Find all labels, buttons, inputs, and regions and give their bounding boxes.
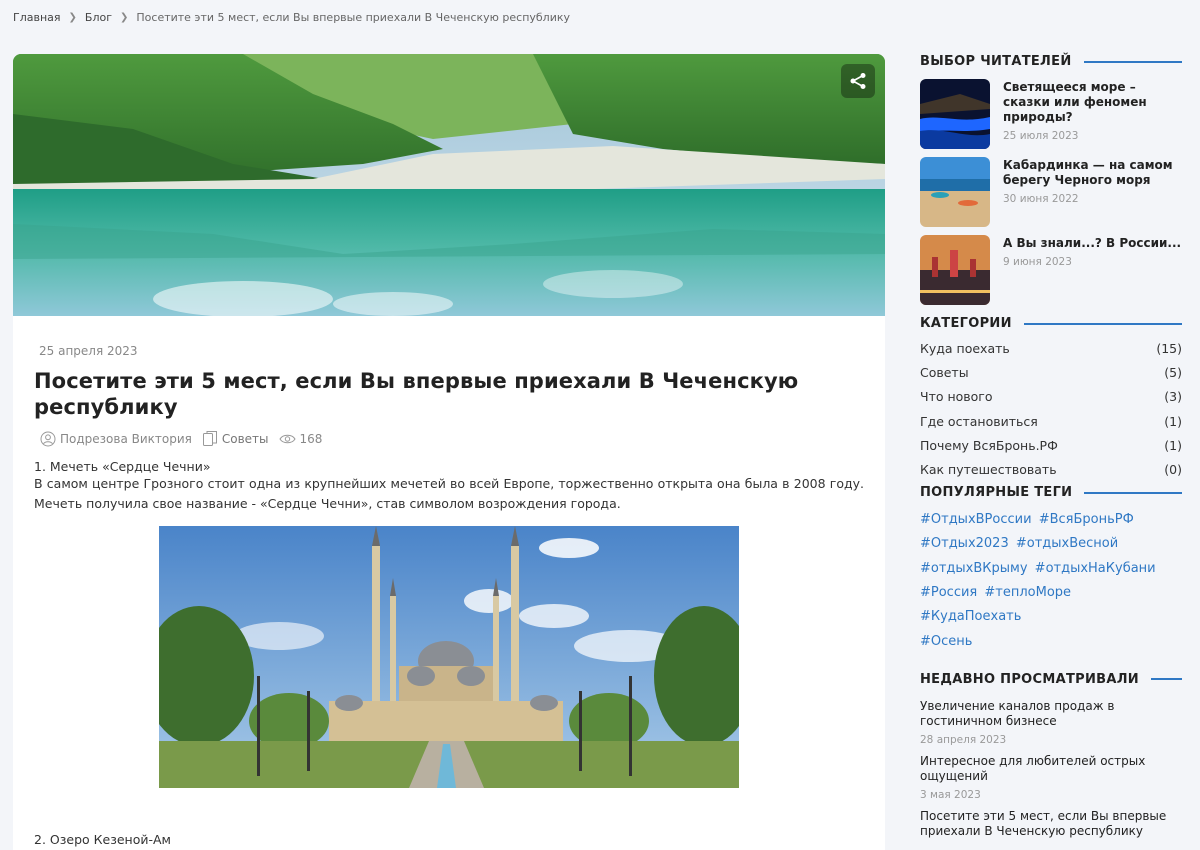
mosque-image <box>159 526 739 788</box>
category-item[interactable]: Что нового (3) <box>920 387 1182 411</box>
category-item[interactable]: Как путешествовать (0) <box>920 460 1182 484</box>
post-title[interactable]: Кабардинка — на самом берегу Черного мор… <box>1003 158 1182 188</box>
category-count: (1) <box>1164 413 1182 429</box>
tag-link[interactable]: #ВсяБроньРФ <box>1039 512 1134 527</box>
tag-link[interactable]: #Осень <box>920 634 972 649</box>
chevron-right-icon: ❯ <box>68 12 77 23</box>
article-category[interactable]: Советы <box>202 430 269 448</box>
hero-image <box>13 54 885 316</box>
recent-post-date: 28 апреля 2023 <box>920 733 1007 746</box>
recent-post[interactable]: Посетите эти 5 мест, если Вы впервые при… <box>920 809 1182 839</box>
post-date: 25 июля 2023 <box>1003 130 1079 142</box>
heading-divider <box>1023 322 1182 325</box>
category-count: (3) <box>1164 389 1182 405</box>
breadcrumb-home[interactable]: Главная <box>13 11 61 24</box>
readers-choice-list: Светящееся море – сказки или феномен при… <box>920 79 1182 313</box>
sidebar: ВЫБОР ЧИТАТЕЛЕЙ Светящееся море – сказки… <box>920 54 1182 847</box>
breadcrumb-blog[interactable]: Блог <box>85 11 112 24</box>
category-item[interactable]: Советы (5) <box>920 363 1182 387</box>
recently-viewed-heading: НЕДАВНО ПРОСМАТРИВАЛИ <box>920 672 1182 687</box>
category-count: (1) <box>1164 437 1182 453</box>
copy-icon <box>202 431 217 446</box>
section-heading-2: 2. Озеро Кезеной-Ам <box>34 832 171 847</box>
category-count: (15) <box>1156 341 1182 356</box>
heading-divider <box>1150 678 1182 681</box>
categories-heading: КАТЕГОРИИ <box>920 316 1182 331</box>
recent-post[interactable]: Интересное для любителей острых ощущений… <box>920 754 1182 801</box>
views: 168 <box>278 432 323 446</box>
recently-viewed-list: Увеличение каналов продаж в гостиничном … <box>920 699 1182 839</box>
tag-link[interactable]: #отдыхНаКубани <box>1035 561 1156 576</box>
share-icon <box>850 73 866 89</box>
article-title: Посетите эти 5 мест, если Вы впервые при… <box>34 369 799 419</box>
popular-tags-heading: ПОПУЛЯРНЫЕ ТЕГИ <box>920 485 1182 500</box>
recent-post-title[interactable]: Интересное для любителей острых ощущений <box>920 754 1182 784</box>
breadcrumb-current: Посетите эти 5 мест, если Вы впервые при… <box>136 11 571 24</box>
tag-link[interactable]: #КудаПоехать <box>920 609 1021 624</box>
views-count: 168 <box>299 432 323 446</box>
paragraph-1: В самом центре Грозного стоит одна из кр… <box>34 476 864 511</box>
eye-icon <box>278 434 296 444</box>
heading-divider <box>1083 60 1182 63</box>
heading-divider <box>1084 491 1182 494</box>
tag-link[interactable]: #ОтдыхВРоссии <box>920 512 1032 527</box>
section-heading-1: 1. Мечеть «Сердце Чечни» <box>34 459 211 474</box>
recent-post-title[interactable]: Посетите эти 5 мест, если Вы впервые при… <box>920 809 1182 839</box>
recent-post-title[interactable]: Увеличение каналов продаж в гостиничном … <box>920 699 1182 729</box>
popular-post[interactable]: Светящееся море – сказки или феномен при… <box>920 79 1182 157</box>
category-count: (5) <box>1164 365 1182 381</box>
post-date: 30 июня 2022 <box>1003 193 1079 205</box>
tag-link[interactable]: #теплоМоре <box>984 585 1071 600</box>
post-title[interactable]: А Вы знали...? В России... <box>1003 236 1181 251</box>
category-item[interactable]: Почему ВсяБронь.РФ (1) <box>920 436 1182 460</box>
article-meta: Подрезова Виктория Советы 168 <box>34 430 864 448</box>
tag-link[interactable]: #отдыхВКрыму <box>920 561 1028 576</box>
category-link[interactable]: Советы <box>222 432 269 446</box>
tag-link[interactable]: #Отдых2023 <box>920 536 1009 551</box>
tag-link[interactable]: #Россия <box>920 585 977 600</box>
post-date: 9 июня 2023 <box>1003 256 1072 268</box>
recent-post[interactable]: Увеличение каналов продаж в гостиничном … <box>920 699 1182 746</box>
category-item[interactable]: Куда поехать (15) <box>920 339 1182 363</box>
popular-post[interactable]: А Вы знали...? В России... 9 июня 2023 <box>920 235 1182 313</box>
post-thumbnail[interactable] <box>920 157 990 227</box>
recent-post-date: 3 мая 2023 <box>920 788 981 801</box>
author-name: Подрезова Виктория <box>60 432 192 446</box>
category-count: (0) <box>1164 461 1182 477</box>
user-icon <box>40 431 56 447</box>
chevron-right-icon: ❯ <box>120 12 129 23</box>
popular-post[interactable]: Кабардинка — на самом берегу Черного мор… <box>920 157 1182 235</box>
readers-choice-heading: ВЫБОР ЧИТАТЕЛЕЙ <box>920 54 1182 69</box>
breadcrumb: Главная ❯ Блог ❯ Посетите эти 5 мест, ес… <box>13 11 570 24</box>
tags-cloud: #ОтдыхВРоссии #ВсяБроньРФ #Отдых2023 #от… <box>920 508 1182 654</box>
lake-mountain-image <box>13 54 885 316</box>
article-date: 25 апреля 2023 <box>39 344 138 358</box>
categories-list: Куда поехать (15) Советы (5) Что нового … <box>920 339 1182 484</box>
article-card: 25 апреля 2023 Посетите эти 5 мест, если… <box>13 54 885 850</box>
category-item[interactable]: Где остановиться (1) <box>920 412 1182 436</box>
post-thumbnail[interactable] <box>920 79 990 149</box>
author: Подрезова Виктория <box>40 431 192 447</box>
tag-link[interactable]: #отдыхВесной <box>1016 536 1118 551</box>
share-button[interactable] <box>841 64 875 98</box>
post-thumbnail[interactable] <box>920 235 990 305</box>
post-title[interactable]: Светящееся море – сказки или феномен при… <box>1003 80 1182 125</box>
